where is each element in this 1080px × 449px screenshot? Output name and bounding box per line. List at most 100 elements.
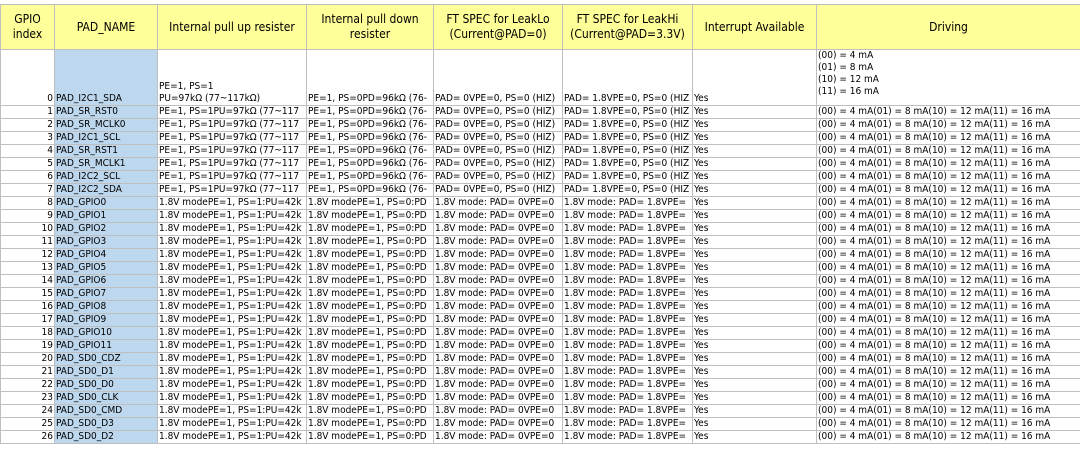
cell-driving[interactable]: (00) = 4 mA(01) = 8 mA(10) = 12 mA(11) =… [816, 118, 1080, 132]
cell-pull-down[interactable]: 1.8V modePE=1, PS=0:PD [306, 313, 434, 327]
cell-interrupt[interactable]: Yes [692, 170, 817, 184]
cell-driving[interactable]: (00) = 4 mA(01) = 8 mA(10) = 12 mA(11) =… [816, 287, 1080, 301]
cell-pull-up[interactable]: 1.8V modePE=1, PS=1:PU=42k [157, 339, 307, 353]
cell-leak-hi[interactable]: 1.8V mode: PAD= 1.8VPE= [562, 300, 693, 314]
header-pull-down[interactable]: Internal pull down resister [306, 4, 434, 50]
cell-leak-lo[interactable]: PAD= 0VPE=0, PS=0 (HIZ) [433, 170, 563, 184]
cell-pull-down[interactable]: 1.8V modePE=1, PS=0:PD [306, 326, 434, 340]
cell-pad-name[interactable]: PAD_SD0_CMD [54, 404, 158, 418]
cell-pad-name[interactable]: PAD_I2C1_SDA [54, 49, 158, 106]
cell-driving[interactable]: (00) = 4 mA(01) = 8 mA(10) = 12 mA(11) =… [816, 131, 1080, 145]
cell-pull-down[interactable]: 1.8V modePE=1, PS=0:PD [306, 404, 434, 418]
cell-driving[interactable]: (00) = 4 mA(01) = 8 mA(10) = 12 mA(11) =… [816, 222, 1080, 236]
cell-leak-lo[interactable]: PAD= 0VPE=0, PS=0 (HIZ) [433, 105, 563, 119]
cell-index[interactable]: 22 [0, 378, 55, 392]
cell-leak-lo[interactable]: 1.8V mode: PAD= 0VPE=0 [433, 274, 563, 288]
cell-driving[interactable]: (00) = 4 mA(01) = 8 mA(10) = 12 mA(11) =… [816, 313, 1080, 327]
cell-pad-name[interactable]: PAD_GPIO10 [54, 326, 158, 340]
cell-leak-lo[interactable]: 1.8V mode: PAD= 0VPE=0 [433, 287, 563, 301]
cell-driving[interactable]: (00) = 4 mA(01) = 8 mA(10) = 12 mA(11) =… [816, 235, 1080, 249]
cell-leak-hi[interactable]: 1.8V mode: PAD= 1.8VPE= [562, 430, 693, 444]
header-leak-lo[interactable]: FT SPEC for LeakLo (Current@PAD=0) [433, 4, 563, 50]
cell-pull-up[interactable]: 1.8V modePE=1, PS=1:PU=42k [157, 274, 307, 288]
cell-index[interactable]: 26 [0, 430, 55, 444]
cell-index[interactable]: 20 [0, 352, 55, 366]
cell-leak-lo[interactable]: 1.8V mode: PAD= 0VPE=0 [433, 391, 563, 405]
cell-interrupt[interactable]: Yes [692, 313, 817, 327]
cell-leak-hi[interactable]: 1.8V mode: PAD= 1.8VPE= [562, 404, 693, 418]
cell-driving[interactable]: (00) = 4 mA(01) = 8 mA(10) = 12 mA(11) =… [816, 157, 1080, 171]
cell-driving[interactable]: (00) = 4 mA(01) = 8 mA(10) = 12 mA(11) =… [816, 105, 1080, 119]
cell-pull-down[interactable]: 1.8V modePE=1, PS=0:PD [306, 300, 434, 314]
cell-interrupt[interactable]: Yes [692, 222, 817, 236]
cell-index[interactable]: 17 [0, 313, 55, 327]
cell-pull-up[interactable]: 1.8V modePE=1, PS=1:PU=42k [157, 378, 307, 392]
cell-pull-down[interactable]: 1.8V modePE=1, PS=0:PD [306, 352, 434, 366]
cell-pull-down[interactable]: PE=1, PS=0PD=96kΩ (76- [306, 144, 434, 158]
cell-pad-name[interactable]: PAD_GPIO9 [54, 313, 158, 327]
cell-driving[interactable]: (00) = 4 mA(01) = 8 mA(10) = 12 mA(11) =… [816, 404, 1080, 418]
cell-leak-hi[interactable]: 1.8V mode: PAD= 1.8VPE= [562, 391, 693, 405]
cell-leak-lo[interactable]: 1.8V mode: PAD= 0VPE=0 [433, 326, 563, 340]
cell-pull-down[interactable]: PE=1, PS=0PD=96kΩ (76- [306, 157, 434, 171]
cell-interrupt[interactable]: Yes [692, 196, 817, 210]
cell-interrupt[interactable]: Yes [692, 131, 817, 145]
cell-pull-down[interactable]: PE=1, PS=0PD=96kΩ (76- [306, 170, 434, 184]
cell-leak-hi[interactable]: PAD= 1.8VPE=0, PS=0 (HIZ [562, 131, 693, 145]
cell-pad-name[interactable]: PAD_GPIO6 [54, 274, 158, 288]
cell-pull-up[interactable]: 1.8V modePE=1, PS=1:PU=42k [157, 391, 307, 405]
cell-leak-lo[interactable]: 1.8V mode: PAD= 0VPE=0 [433, 352, 563, 366]
cell-leak-lo[interactable]: 1.8V mode: PAD= 0VPE=0 [433, 339, 563, 353]
cell-pad-name[interactable]: PAD_GPIO8 [54, 300, 158, 314]
header-interrupt[interactable]: Interrupt Available [692, 4, 817, 50]
cell-pad-name[interactable]: PAD_GPIO3 [54, 235, 158, 249]
cell-pull-down[interactable]: 1.8V modePE=1, PS=0:PD [306, 209, 434, 223]
cell-interrupt[interactable]: Yes [692, 378, 817, 392]
cell-pull-down[interactable]: 1.8V modePE=1, PS=0:PD [306, 248, 434, 262]
cell-pad-name[interactable]: PAD_SR_RST1 [54, 144, 158, 158]
cell-interrupt[interactable]: Yes [692, 144, 817, 158]
cell-pull-down[interactable]: 1.8V modePE=1, PS=0:PD [306, 365, 434, 379]
cell-pull-down[interactable]: 1.8V modePE=1, PS=0:PD [306, 339, 434, 353]
cell-index[interactable]: 21 [0, 365, 55, 379]
cell-pull-down[interactable]: PE=1, PS=0PD=96kΩ (76- [306, 131, 434, 145]
cell-pad-name[interactable]: PAD_GPIO7 [54, 287, 158, 301]
cell-pad-name[interactable]: PAD_SR_MCLK1 [54, 157, 158, 171]
cell-pad-name[interactable]: PAD_GPIO5 [54, 261, 158, 275]
cell-pull-down[interactable]: 1.8V modePE=1, PS=0:PD [306, 274, 434, 288]
cell-index[interactable]: 5 [0, 157, 55, 171]
cell-index[interactable]: 16 [0, 300, 55, 314]
cell-pull-up[interactable]: PE=1, PS=1PU=97kΩ (77~117 [157, 183, 307, 197]
cell-pull-up[interactable]: PE=1, PS=1 PU=97kΩ (77~117kΩ) [157, 49, 307, 106]
cell-leak-lo[interactable]: 1.8V mode: PAD= 0VPE=0 [433, 196, 563, 210]
cell-leak-hi[interactable]: 1.8V mode: PAD= 1.8VPE= [562, 222, 693, 236]
cell-pull-down[interactable]: 1.8V modePE=1, PS=0:PD [306, 378, 434, 392]
cell-pad-name[interactable]: PAD_SD0_D2 [54, 430, 158, 444]
cell-interrupt[interactable]: Yes [692, 105, 817, 119]
cell-leak-lo[interactable]: 1.8V mode: PAD= 0VPE=0 [433, 261, 563, 275]
cell-index[interactable]: 18 [0, 326, 55, 340]
cell-pad-name[interactable]: PAD_SD0_CDZ [54, 352, 158, 366]
cell-index[interactable]: 6 [0, 170, 55, 184]
cell-leak-hi[interactable]: 1.8V mode: PAD= 1.8VPE= [562, 196, 693, 210]
cell-driving[interactable]: (00) = 4 mA(01) = 8 mA(10) = 12 mA(11) =… [816, 326, 1080, 340]
cell-leak-hi[interactable]: 1.8V mode: PAD= 1.8VPE= [562, 287, 693, 301]
cell-pull-down[interactable]: 1.8V modePE=1, PS=0:PD [306, 222, 434, 236]
cell-pull-up[interactable]: 1.8V modePE=1, PS=1:PU=42k [157, 300, 307, 314]
cell-leak-lo[interactable]: PAD= 0VPE=0, PS=0 (HIZ) [433, 144, 563, 158]
cell-index[interactable]: 19 [0, 339, 55, 353]
cell-pad-name[interactable]: PAD_I2C2_SCL [54, 170, 158, 184]
cell-index[interactable]: 15 [0, 287, 55, 301]
cell-leak-lo[interactable]: PAD= 0VPE=0, PS=0 (HIZ) [433, 183, 563, 197]
cell-pad-name[interactable]: PAD_SR_MCLK0 [54, 118, 158, 132]
cell-interrupt[interactable]: Yes [692, 49, 817, 106]
cell-pull-down[interactable]: PE=1, PS=0PD=96kΩ (76- [306, 118, 434, 132]
cell-interrupt[interactable]: Yes [692, 391, 817, 405]
cell-pull-down[interactable]: PE=1, PS=0PD=96kΩ (76- [306, 49, 434, 106]
cell-leak-hi[interactable]: 1.8V mode: PAD= 1.8VPE= [562, 248, 693, 262]
cell-pull-down[interactable]: 1.8V modePE=1, PS=0:PD [306, 196, 434, 210]
cell-leak-lo[interactable]: 1.8V mode: PAD= 0VPE=0 [433, 404, 563, 418]
cell-leak-lo[interactable]: 1.8V mode: PAD= 0VPE=0 [433, 222, 563, 236]
cell-driving[interactable]: (00) = 4 mA(01) = 8 mA(10) = 12 mA(11) =… [816, 274, 1080, 288]
cell-leak-lo[interactable]: 1.8V mode: PAD= 0VPE=0 [433, 209, 563, 223]
